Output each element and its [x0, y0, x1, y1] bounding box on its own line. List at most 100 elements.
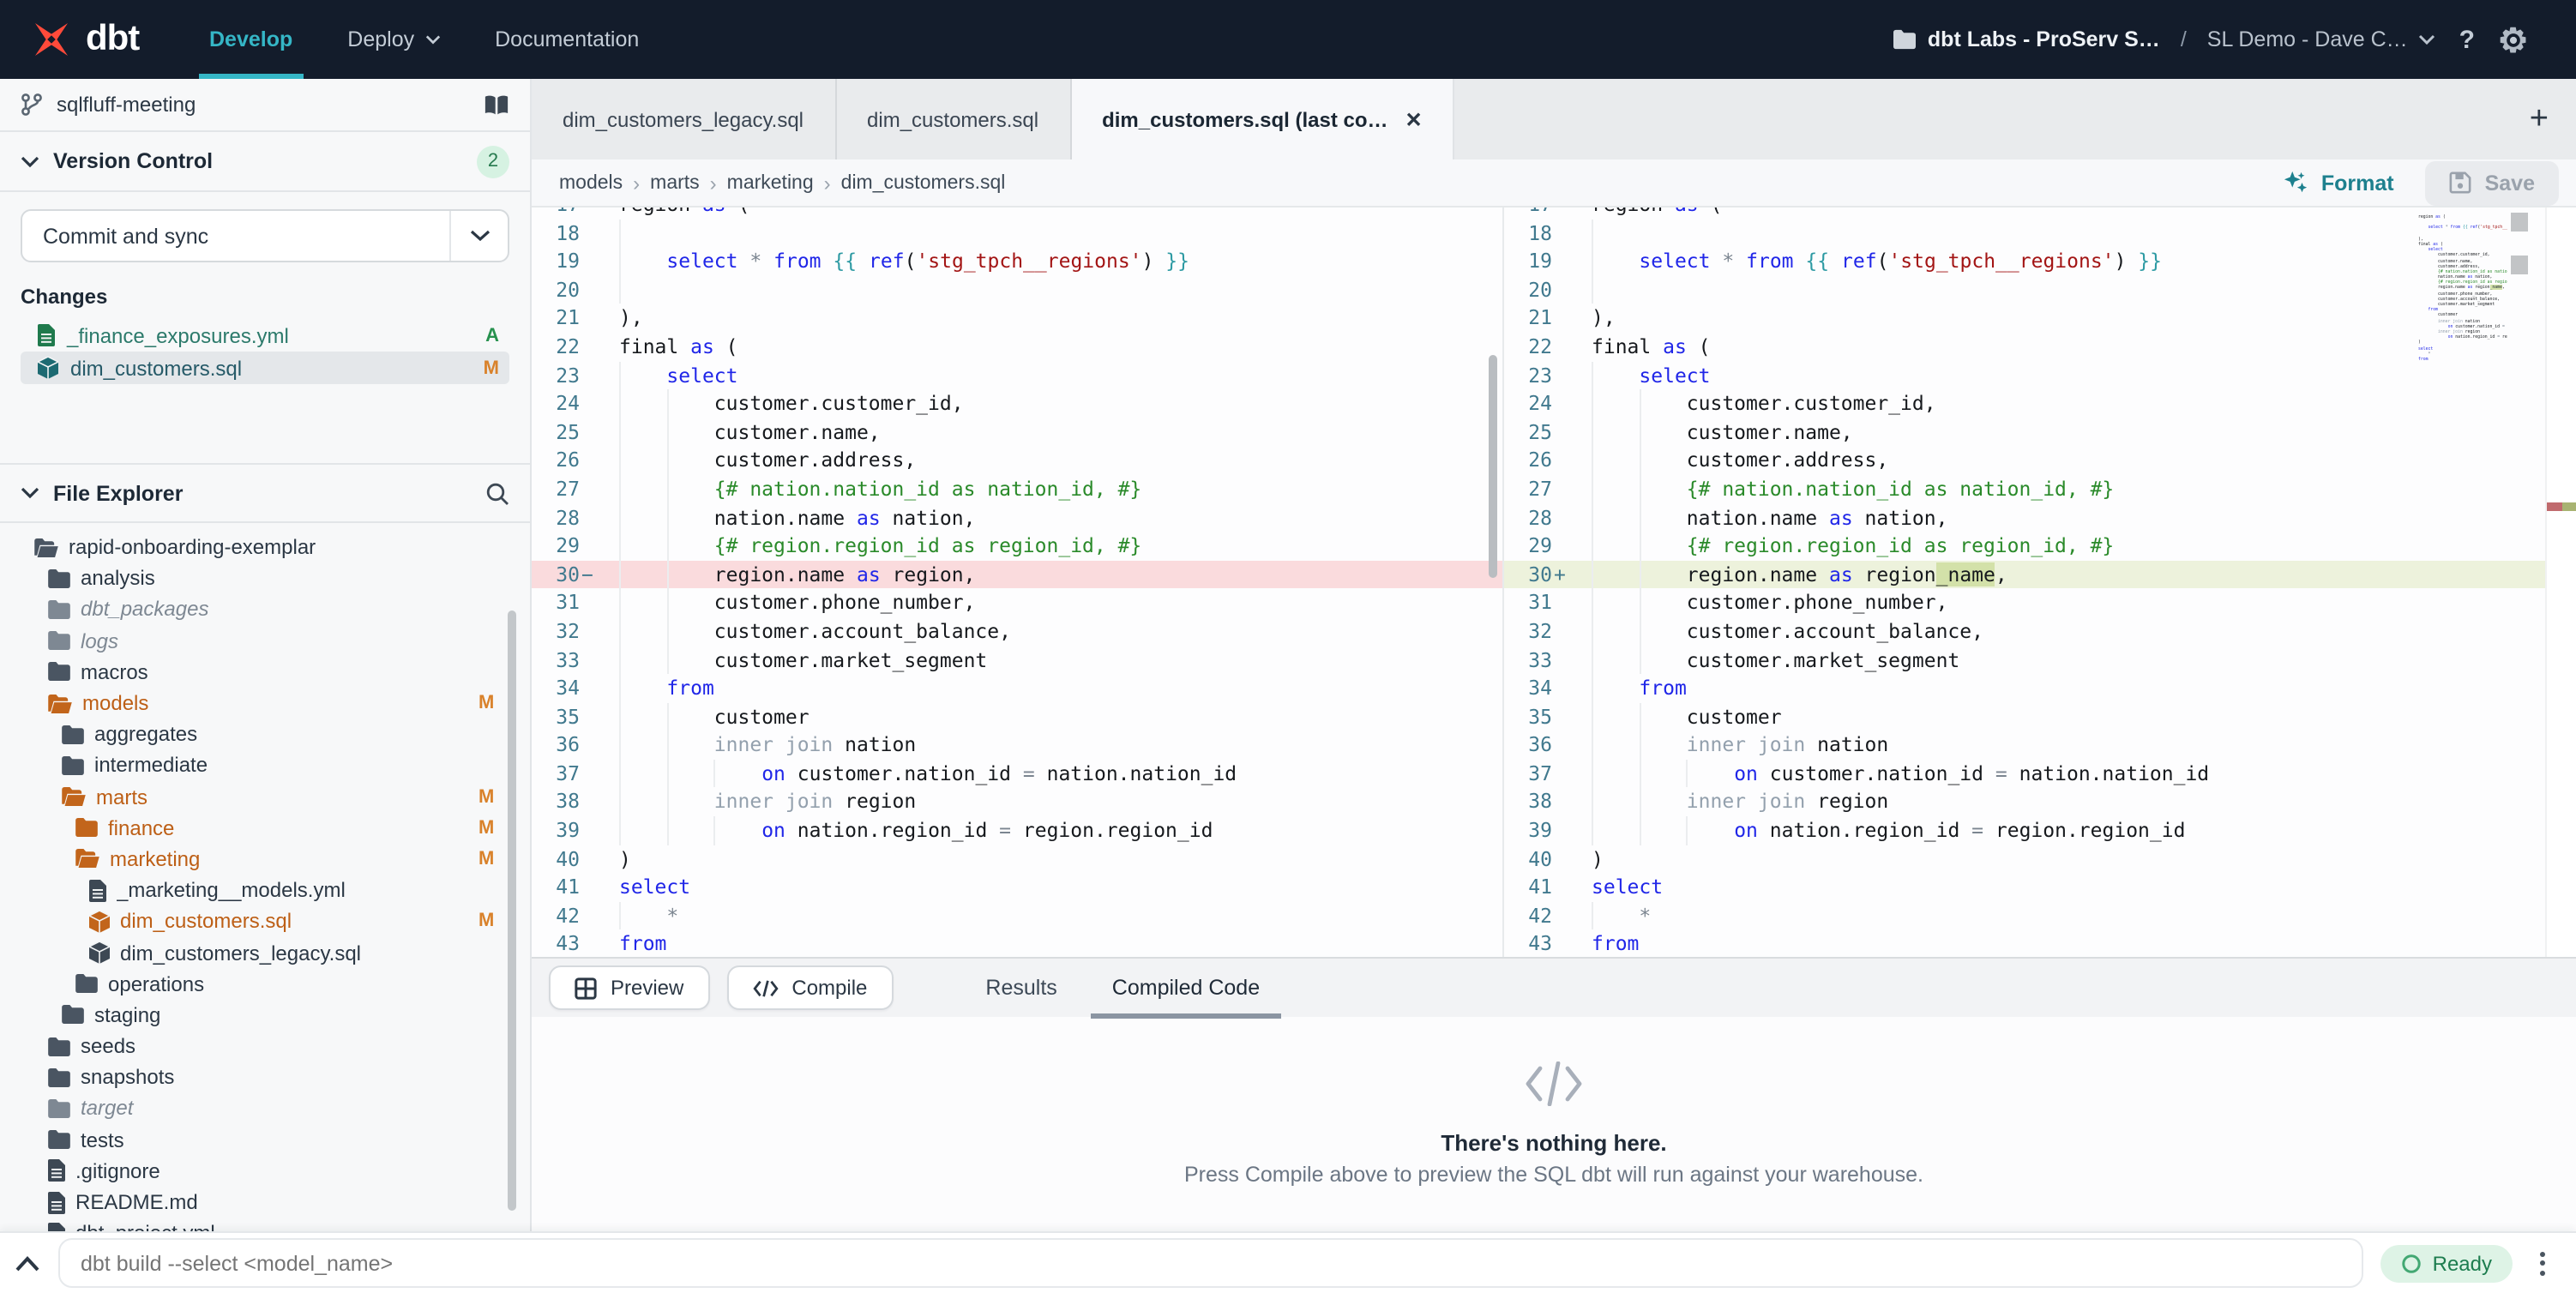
code-line-23[interactable]: 23 select	[532, 361, 1502, 389]
code-line-35[interactable]: 35 customer	[1504, 702, 2576, 731]
code-line-21[interactable]: 21),	[532, 304, 1502, 333]
overflow-menu-icon[interactable]	[2530, 1251, 2555, 1275]
tree-item-tests[interactable]: tests	[0, 1124, 530, 1155]
code-line-40[interactable]: 40)	[1504, 845, 2576, 873]
code-line-32[interactable]: 32 customer.account_balance,	[1504, 617, 2576, 646]
code-line-30[interactable]: 30− region.name as region,	[532, 560, 1502, 588]
format-button[interactable]: Format	[2284, 170, 2394, 195]
breadcrumb-item[interactable]: models	[559, 172, 623, 193]
editor-tab-2[interactable]: dim_customers.sql (last co…✕	[1071, 79, 1455, 159]
docs-book-icon[interactable]	[484, 93, 509, 116]
code-line-24[interactable]: 24 customer.customer_id,	[532, 389, 1502, 418]
tree-item-readme-md[interactable]: README.md	[0, 1187, 530, 1218]
code-line-20[interactable]: 20	[532, 276, 1502, 304]
chevron-up-icon[interactable]	[14, 1254, 41, 1272]
tree-item-target[interactable]: target	[0, 1093, 530, 1124]
settings-gear-icon[interactable]	[2499, 25, 2528, 54]
code-line-30[interactable]: 30+ region.name as region_name,	[1504, 560, 2576, 588]
code-line-27[interactable]: 27 {# nation.nation_id as nation_id, #}	[1504, 475, 2576, 503]
tree-item-dbt-project-yml[interactable]: dbt_project.yml	[0, 1218, 530, 1231]
code-line-32[interactable]: 32 customer.account_balance,	[532, 617, 1502, 646]
code-line-42[interactable]: 42 *	[532, 902, 1502, 930]
tree-item-rapid-onboarding-exemplar[interactable]: rapid-onboarding-exemplar	[0, 532, 530, 562]
code-line-20[interactable]: 20	[1504, 276, 2576, 304]
tree-item-logs[interactable]: logs	[0, 625, 530, 656]
code-line-18[interactable]: 18	[1504, 219, 2576, 247]
code-line-26[interactable]: 26 customer.address,	[1504, 447, 2576, 475]
code-line-42[interactable]: 42 *	[1504, 902, 2576, 930]
editor-tab-1[interactable]: dim_customers.sql	[836, 79, 1071, 159]
code-line-36[interactable]: 36 inner join nation	[532, 731, 1502, 760]
file-explorer-header[interactable]: File Explorer	[0, 463, 530, 523]
nav-item-develop[interactable]: Develop	[185, 0, 316, 79]
tree-item-dim-customers-sql[interactable]: dim_customers.sqlM	[0, 906, 530, 937]
changed-file-row[interactable]: _finance_exposures.ymlA	[21, 319, 509, 352]
help-button[interactable]: ?	[2453, 25, 2482, 54]
commit-and-sync-button[interactable]: Commit and sync	[21, 209, 509, 262]
tree-item-operations[interactable]: operations	[0, 968, 530, 999]
code-line-28[interactable]: 28 nation.name as nation,	[532, 503, 1502, 532]
editor-tab-0[interactable]: dim_customers_legacy.sql	[532, 79, 836, 159]
breadcrumb-item[interactable]: marketing	[727, 172, 814, 193]
new-tab-button[interactable]: +	[2502, 79, 2576, 159]
tree-item-seeds[interactable]: seeds	[0, 1031, 530, 1061]
code-line-21[interactable]: 21),	[1504, 304, 2576, 333]
code-line-38[interactable]: 38 inner join region	[532, 788, 1502, 816]
breadcrumb-item[interactable]: dim_customers.sql	[841, 172, 1006, 193]
compile-button[interactable]: Compile	[726, 965, 893, 1010]
code-line-17[interactable]: 17region as (	[1504, 207, 2576, 219]
tree-item--gitignore[interactable]: .gitignore	[0, 1156, 530, 1187]
project-switcher[interactable]: SL Demo - Dave C…	[2207, 27, 2435, 51]
tree-item-marketing[interactable]: marketingM	[0, 844, 530, 875]
code-line-41[interactable]: 41select	[532, 874, 1502, 902]
account-switcher[interactable]: dbt Labs - ProServ S…	[1893, 27, 2160, 51]
code-line-33[interactable]: 33 customer.market_segment	[532, 646, 1502, 674]
tree-item-aggregates[interactable]: aggregates	[0, 719, 530, 749]
code-line-37[interactable]: 37 on customer.nation_id = nation.nation…	[532, 760, 1502, 788]
tree-item-snapshots[interactable]: snapshots	[0, 1061, 530, 1092]
sidebar-scrollbar[interactable]	[508, 610, 516, 1211]
tree-item-analysis[interactable]: analysis	[0, 562, 530, 593]
dbt-logo[interactable]: dbt	[0, 19, 185, 60]
tab-close-icon[interactable]: ✕	[1405, 107, 1423, 131]
code-line-17[interactable]: 17region as (	[532, 207, 1502, 219]
changed-file-row[interactable]: dim_customers.sqlM	[21, 352, 509, 384]
tree-item-dbt-packages[interactable]: dbt_packages	[0, 594, 530, 625]
preview-button[interactable]: Preview	[549, 965, 709, 1010]
code-line-41[interactable]: 41select	[1504, 874, 2576, 902]
code-line-43[interactable]: 43from	[1504, 930, 2576, 957]
code-line-39[interactable]: 39 on nation.region_id = region.region_i…	[1504, 816, 2576, 845]
minimap[interactable]: region as ( select * from {{ ref('stg_tp…	[2418, 214, 2507, 362]
tree-item-macros[interactable]: macros	[0, 657, 530, 688]
tree-item-staging[interactable]: staging	[0, 1000, 530, 1031]
code-line-40[interactable]: 40)	[532, 845, 1502, 873]
tab-results[interactable]: Results	[958, 959, 1084, 1017]
code-line-19[interactable]: 19 select * from {{ ref('stg_tpch__regio…	[1504, 247, 2576, 275]
code-line-22[interactable]: 22final as (	[532, 333, 1502, 361]
tree-item-finance[interactable]: financeM	[0, 812, 530, 843]
tree-item--marketing-models-yml[interactable]: _marketing__models.yml	[0, 875, 530, 905]
save-button[interactable]: Save	[2425, 160, 2559, 205]
tree-item-dim-customers-legacy-sql[interactable]: dim_customers_legacy.sql	[0, 937, 530, 968]
code-line-39[interactable]: 39 on nation.region_id = region.region_i…	[532, 816, 1502, 845]
commit-options-caret[interactable]	[449, 211, 508, 261]
search-icon[interactable]	[485, 481, 509, 505]
code-line-34[interactable]: 34 from	[1504, 674, 2576, 702]
code-line-27[interactable]: 27 {# nation.nation_id as nation_id, #}	[532, 475, 1502, 503]
left-pane-scrollbar[interactable]	[1489, 355, 1497, 578]
code-line-36[interactable]: 36 inner join nation	[1504, 731, 2576, 760]
code-line-23[interactable]: 23 select	[1504, 361, 2576, 389]
code-line-31[interactable]: 31 customer.phone_number,	[1504, 589, 2576, 617]
code-line-19[interactable]: 19 select * from {{ ref('stg_tpch__regio…	[532, 247, 1502, 275]
code-line-29[interactable]: 29 {# region.region_id as region_id, #}	[1504, 532, 2576, 560]
code-line-31[interactable]: 31 customer.phone_number,	[532, 589, 1502, 617]
code-line-26[interactable]: 26 customer.address,	[532, 447, 1502, 475]
diff-pane-modified[interactable]: 17region as (18 19 select * from {{ ref(…	[1502, 207, 2576, 957]
diff-pane-original[interactable]: 17region as (18 19 select * from {{ ref(…	[532, 207, 1502, 957]
code-line-34[interactable]: 34 from	[532, 674, 1502, 702]
nav-item-documentation[interactable]: Documentation	[471, 0, 663, 79]
code-line-24[interactable]: 24 customer.customer_id,	[1504, 389, 2576, 418]
git-branch-row[interactable]: sqlfluff-meeting	[0, 79, 530, 132]
code-line-38[interactable]: 38 inner join region	[1504, 788, 2576, 816]
tree-item-marts[interactable]: martsM	[0, 781, 530, 812]
